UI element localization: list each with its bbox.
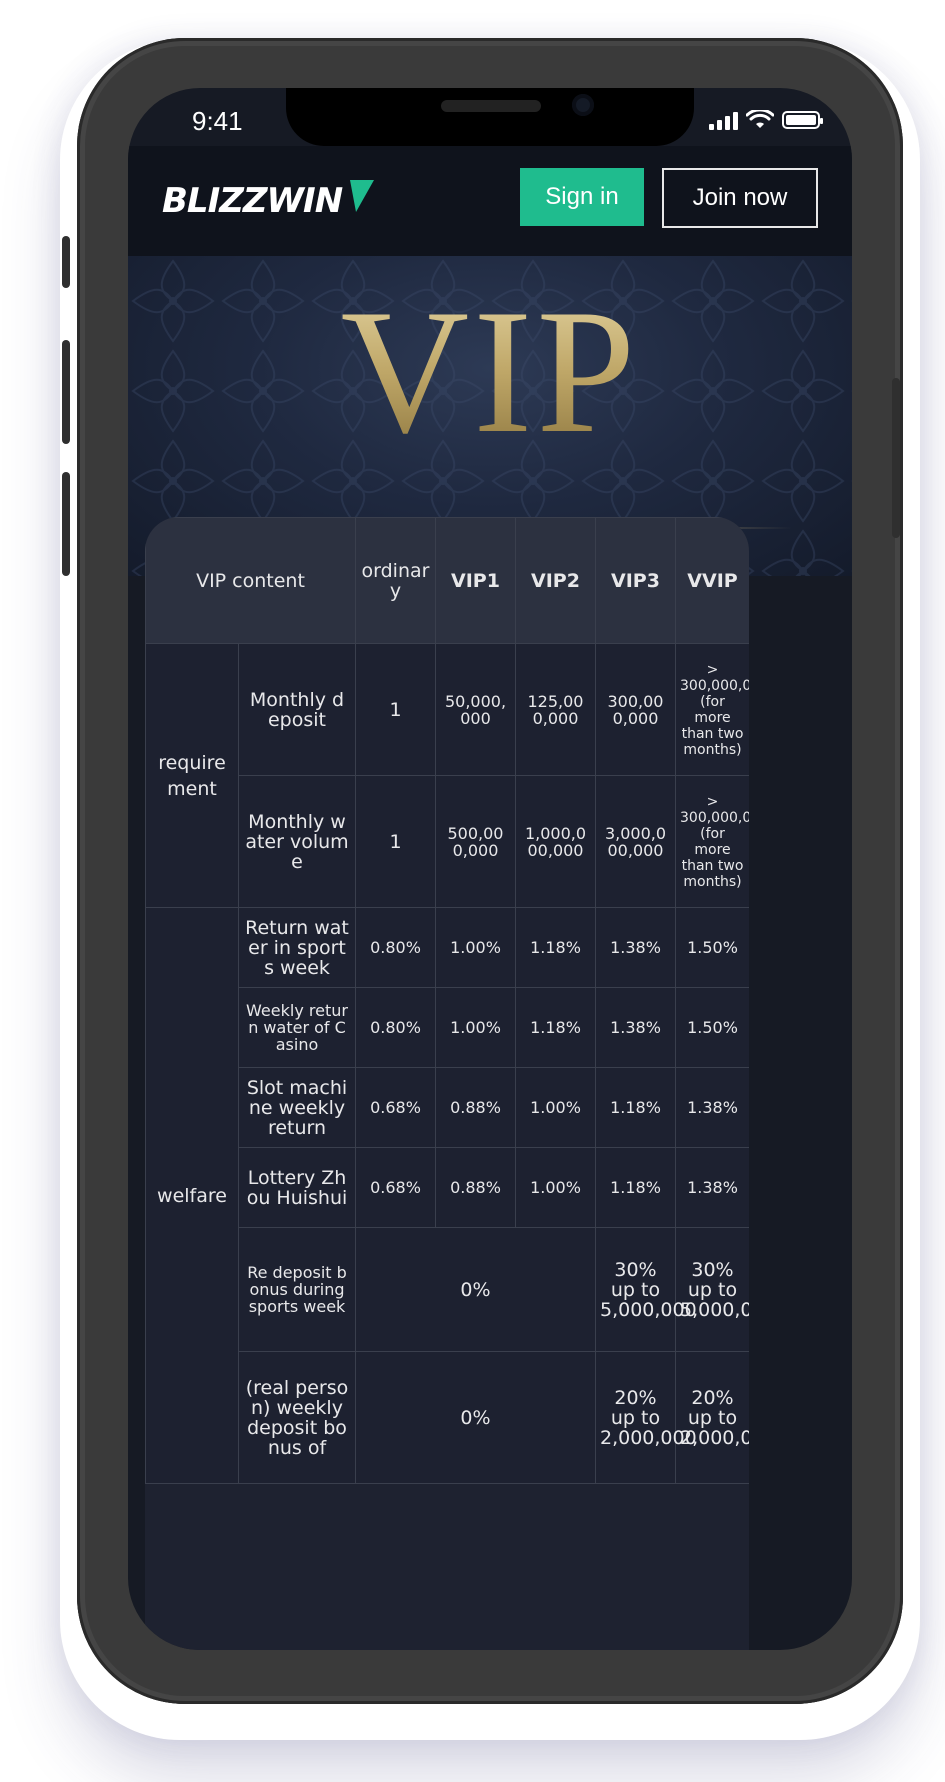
row-label: Monthly water volume <box>238 775 356 908</box>
volume-down-button <box>62 472 70 576</box>
cell-vvip: > 300,000,000 (for more than two months) <box>675 775 749 908</box>
power-button <box>892 378 900 538</box>
signal-icon <box>709 110 738 130</box>
group-requirement: require ment <box>145 643 239 908</box>
cell-vvip: 20% up to 2,000,000 <box>675 1351 749 1484</box>
wifi-icon <box>746 110 774 128</box>
status-icons <box>709 110 823 130</box>
table-header-row: VIP content ordinary VIP1 VIP2 VIP3 VVIP <box>145 517 749 644</box>
cell-ordinary: 0.80% <box>355 907 436 988</box>
mute-switch <box>62 236 70 288</box>
cell-vvip: 1.50% <box>675 907 749 988</box>
cell-vvip: > 300,000,000 (for more than two months) <box>675 643 749 776</box>
row-label: Return water in sports week <box>238 907 356 988</box>
header-vip1: VIP1 <box>435 517 516 644</box>
cell-vip2: 125,000,000 <box>515 643 596 776</box>
cell-vip3: 300,000,000 <box>595 643 676 776</box>
cell-vip1: 1.00% <box>435 987 516 1068</box>
join-now-button[interactable]: Join now <box>662 168 818 228</box>
cell-vip2: 1.18% <box>515 907 596 988</box>
cell-merged: 0% <box>355 1351 596 1484</box>
battery-icon <box>782 111 823 129</box>
sign-in-button[interactable]: Sign in <box>520 168 644 226</box>
header-vip3: VIP3 <box>595 517 676 644</box>
cell-vip3: 1.38% <box>595 907 676 988</box>
header-vip2: VIP2 <box>515 517 596 644</box>
svg-text:BLIZZWIN: BLIZZWIN <box>162 181 343 220</box>
cell-vip2: 1.18% <box>515 987 596 1068</box>
cell-merged: 0% <box>355 1227 596 1352</box>
cell-vip3: 20% up to 2,000,000 <box>595 1351 697 1484</box>
cell-ordinary: 0.68% <box>355 1147 436 1228</box>
status-time: 9:41 <box>192 106 243 136</box>
cell-vvip: 1.38% <box>675 1147 749 1228</box>
row-label: Re deposit bonus during sports week <box>238 1227 356 1352</box>
cell-vip3: 30% up to 5,000,000 <box>595 1227 697 1352</box>
table-row: welfare Return water in sports week 0.80… <box>145 907 749 1484</box>
blizzwin-logo[interactable]: BLIZZWIN <box>160 174 375 220</box>
cell-vvip: 1.38% <box>675 1067 749 1148</box>
table-row: require ment Monthly deposit 1 50,000,00… <box>145 643 749 908</box>
cell-ordinary: 1 <box>355 643 436 776</box>
cell-ordinary: 1 <box>355 775 436 908</box>
cell-ordinary: 0.68% <box>355 1067 436 1148</box>
cell-vip2: 1,000,000,000 <box>515 775 596 908</box>
cell-vip1: 1.00% <box>435 907 516 988</box>
front-camera <box>572 94 594 116</box>
notch <box>286 88 694 146</box>
cell-vip3: 3,000,000,000 <box>595 775 676 908</box>
row-label: Weekly return water of Casino <box>238 987 356 1068</box>
cell-vip1: 0.88% <box>435 1147 516 1228</box>
cell-vip1: 0.88% <box>435 1067 516 1148</box>
row-label: Lottery Zhou Huishui <box>238 1147 356 1228</box>
cell-vip3: 1.38% <box>595 987 676 1068</box>
volume-up-button <box>62 340 70 444</box>
row-label: Slot machine weekly return <box>238 1067 356 1148</box>
speaker-grille <box>441 100 541 112</box>
cell-vip1: 50,000,000 <box>435 643 516 776</box>
cell-vvip: 1.50% <box>675 987 749 1068</box>
cell-ordinary: 0.80% <box>355 987 436 1068</box>
phone-screen: 9:41 BLIZZWIN Sign in Join now VIP VIP c… <box>128 88 852 1650</box>
cell-vip1: 500,000,000 <box>435 775 516 908</box>
vip-benefits-table: VIP content ordinary VIP1 VIP2 VIP3 VVIP… <box>145 517 749 1484</box>
row-label: (real person) weekly deposit bonus of <box>238 1351 356 1484</box>
vip-title: VIP <box>128 282 852 460</box>
group-welfare: welfare <box>145 907 239 1484</box>
header-vip-content: VIP content <box>145 517 356 644</box>
cell-vip3: 1.18% <box>595 1147 676 1228</box>
header-vvip: VVIP <box>675 517 749 644</box>
row-label: Monthly deposit <box>238 643 356 776</box>
header-ordinary: ordinary <box>355 517 436 644</box>
vip-table-container: VIP content ordinary VIP1 VIP2 VIP3 VVIP… <box>145 517 749 1650</box>
cell-vip2: 1.00% <box>515 1067 596 1148</box>
cell-vip2: 1.00% <box>515 1147 596 1228</box>
cell-vvip: 30% up to 5,000,000 <box>675 1227 749 1352</box>
cell-vip3: 1.18% <box>595 1067 676 1148</box>
